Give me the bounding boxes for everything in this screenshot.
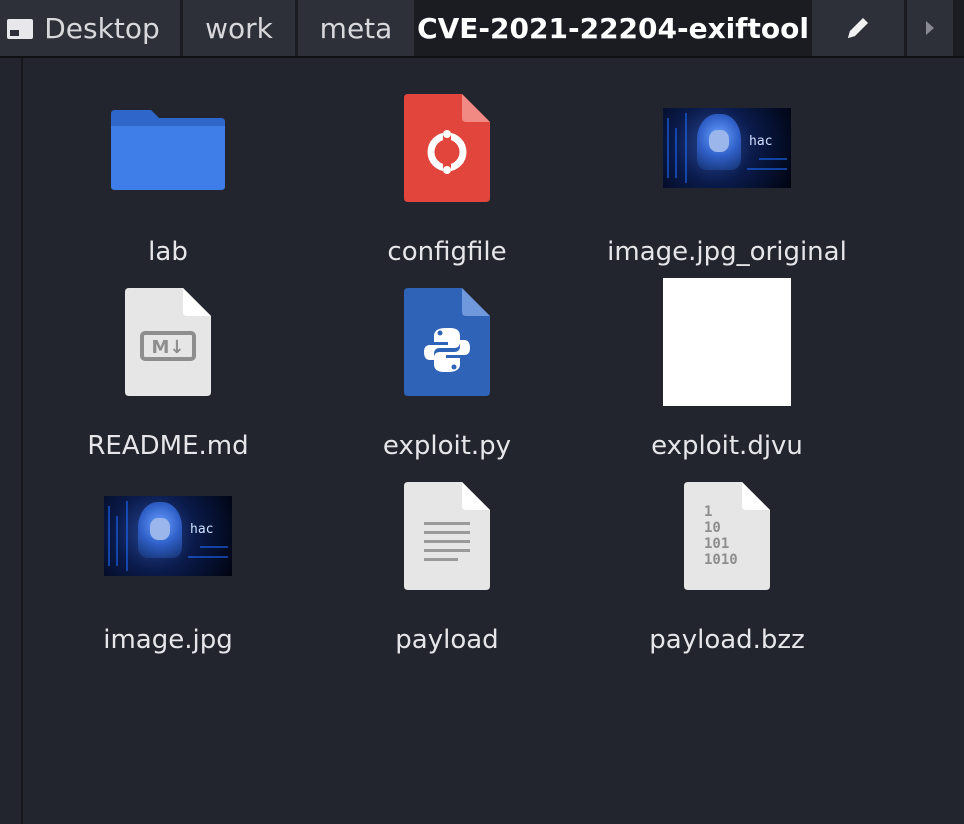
folder-icon (111, 110, 225, 190)
breadcrumb-label: Desktop (44, 11, 160, 45)
file-item-exploit-py[interactable]: exploit.py (307, 272, 587, 462)
breadcrumb-label: CVE-2021-22204-exiftool (417, 11, 809, 45)
breadcrumb-desktop[interactable]: Desktop (0, 0, 180, 56)
file-name: lab (148, 237, 188, 267)
breadcrumb-work[interactable]: work (183, 0, 295, 56)
image-thumbnail: hac (104, 496, 232, 576)
text-file-icon (404, 482, 490, 590)
icon-container (307, 78, 587, 218)
icon-container: hac (28, 466, 308, 606)
binary-file-icon: 1 10 101 1010 (684, 482, 770, 590)
breadcrumb-meta[interactable]: meta (298, 0, 414, 56)
file-name: configfile (387, 237, 507, 267)
file-item-payload[interactable]: payload (307, 466, 587, 656)
binary-line: 1010 (704, 552, 738, 568)
file-name: payload.bzz (649, 625, 805, 655)
icon-container (587, 272, 867, 412)
icon-container (307, 272, 587, 412)
file-name: image.jpg_original (607, 237, 847, 267)
icon-container (307, 466, 587, 606)
thumbnail-text: hac (749, 134, 773, 149)
icon-container (28, 78, 308, 218)
path-bar: Desktop work meta CVE-2021-22204-exiftoo… (0, 0, 964, 58)
blank-image-thumbnail (663, 278, 791, 406)
image-thumbnail: hac (663, 108, 791, 188)
file-grid: lab configfile hac image.jpg_original M↓… (23, 58, 964, 824)
path-scroll-right-button[interactable] (907, 0, 953, 56)
file-name: exploit.py (382, 431, 512, 461)
file-item-image-jpg-original[interactable]: hac image.jpg_original (587, 78, 867, 268)
thumbnail-text: hac (190, 522, 214, 537)
icon-container: hac (587, 78, 867, 218)
file-name: image.jpg (103, 625, 233, 655)
file-item-exploit-djvu[interactable]: exploit.djvu (587, 272, 867, 462)
file-name: payload (395, 625, 499, 655)
file-manager-window: Desktop work meta CVE-2021-22204-exiftoo… (0, 0, 964, 824)
file-item-configfile[interactable]: configfile (307, 78, 587, 268)
file-item-image-jpg[interactable]: hac image.jpg (28, 466, 308, 656)
file-item-lab[interactable]: lab (28, 78, 308, 268)
config-file-icon (404, 94, 490, 202)
icon-container: 1 10 101 1010 (587, 466, 867, 606)
binary-line: 1 (704, 504, 712, 520)
desktop-icon (7, 19, 33, 39)
edit-path-button[interactable] (812, 0, 904, 56)
file-name: exploit.djvu (651, 431, 803, 461)
sidebar (0, 58, 23, 824)
binary-line: 10 (704, 520, 721, 536)
file-item-payload-bzz[interactable]: 1 10 101 1010 payload.bzz (587, 466, 867, 656)
python-file-icon (404, 288, 490, 396)
chevron-right-icon (926, 21, 934, 35)
markdown-badge: M↓ (152, 337, 185, 358)
breadcrumb-current[interactable]: CVE-2021-22204-exiftool (417, 0, 809, 56)
file-item-readme[interactable]: M↓ README.md (28, 272, 308, 462)
markdown-file-icon: M↓ (125, 288, 211, 396)
breadcrumb-label: meta (319, 11, 393, 45)
breadcrumb-label: work (205, 11, 273, 45)
file-name: README.md (87, 431, 249, 461)
icon-container: M↓ (28, 272, 308, 412)
binary-line: 101 (704, 536, 729, 552)
pencil-icon (848, 18, 868, 38)
